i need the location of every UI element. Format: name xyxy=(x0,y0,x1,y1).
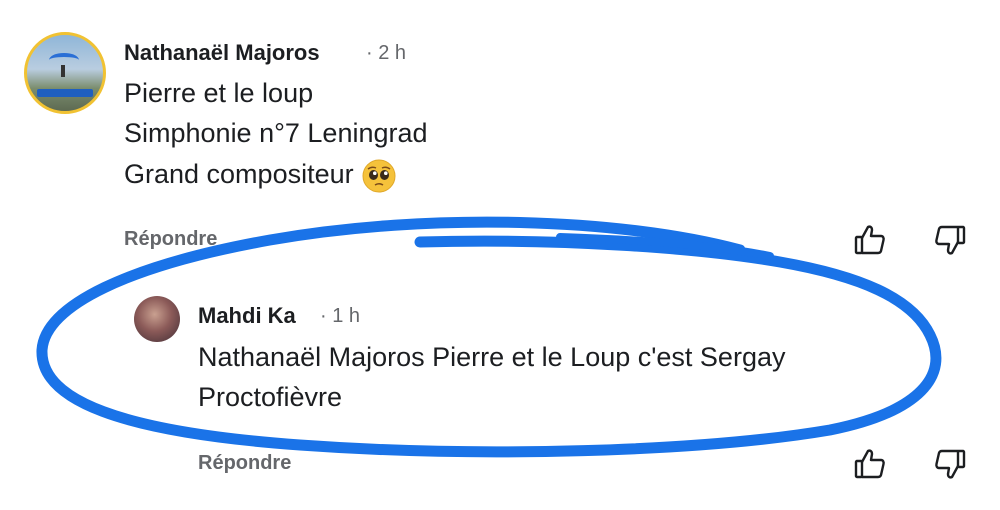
reply-button[interactable]: Répondre xyxy=(124,228,217,251)
comment-text-line: Proctofièvre xyxy=(198,382,343,412)
thumbs-up-icon[interactable] xyxy=(852,222,888,258)
comment-text-line: Nathanaël Majoros Pierre et le Loup c'es… xyxy=(198,342,786,372)
pilot-shape xyxy=(61,65,65,77)
comment-text: Grand compositeur xyxy=(124,159,354,190)
avatar[interactable] xyxy=(134,296,180,342)
pleading-face-emoji xyxy=(362,159,396,193)
reply-button[interactable]: Répondre xyxy=(198,452,291,475)
comment-author[interactable]: Nathanaël Majoros xyxy=(124,40,320,66)
highlight-circle xyxy=(36,216,942,458)
avatar-banner xyxy=(37,89,93,97)
comment-text-line: Grand compositeur xyxy=(124,159,396,193)
comment-timestamp[interactable]: · 1 h xyxy=(320,305,360,328)
thumbs-up-icon[interactable] xyxy=(852,446,888,482)
comment-author[interactable]: Mahdi Ka xyxy=(198,303,296,329)
comment-text-line: Pierre et le loup xyxy=(124,78,314,108)
thumbs-down-icon[interactable] xyxy=(932,446,968,482)
comment-timestamp[interactable]: · 2 h xyxy=(366,42,406,65)
thumbs-down-icon[interactable] xyxy=(932,222,968,258)
avatar[interactable] xyxy=(24,32,106,114)
comment-text-line: Simphonie n°7 Leningrad xyxy=(124,118,428,148)
